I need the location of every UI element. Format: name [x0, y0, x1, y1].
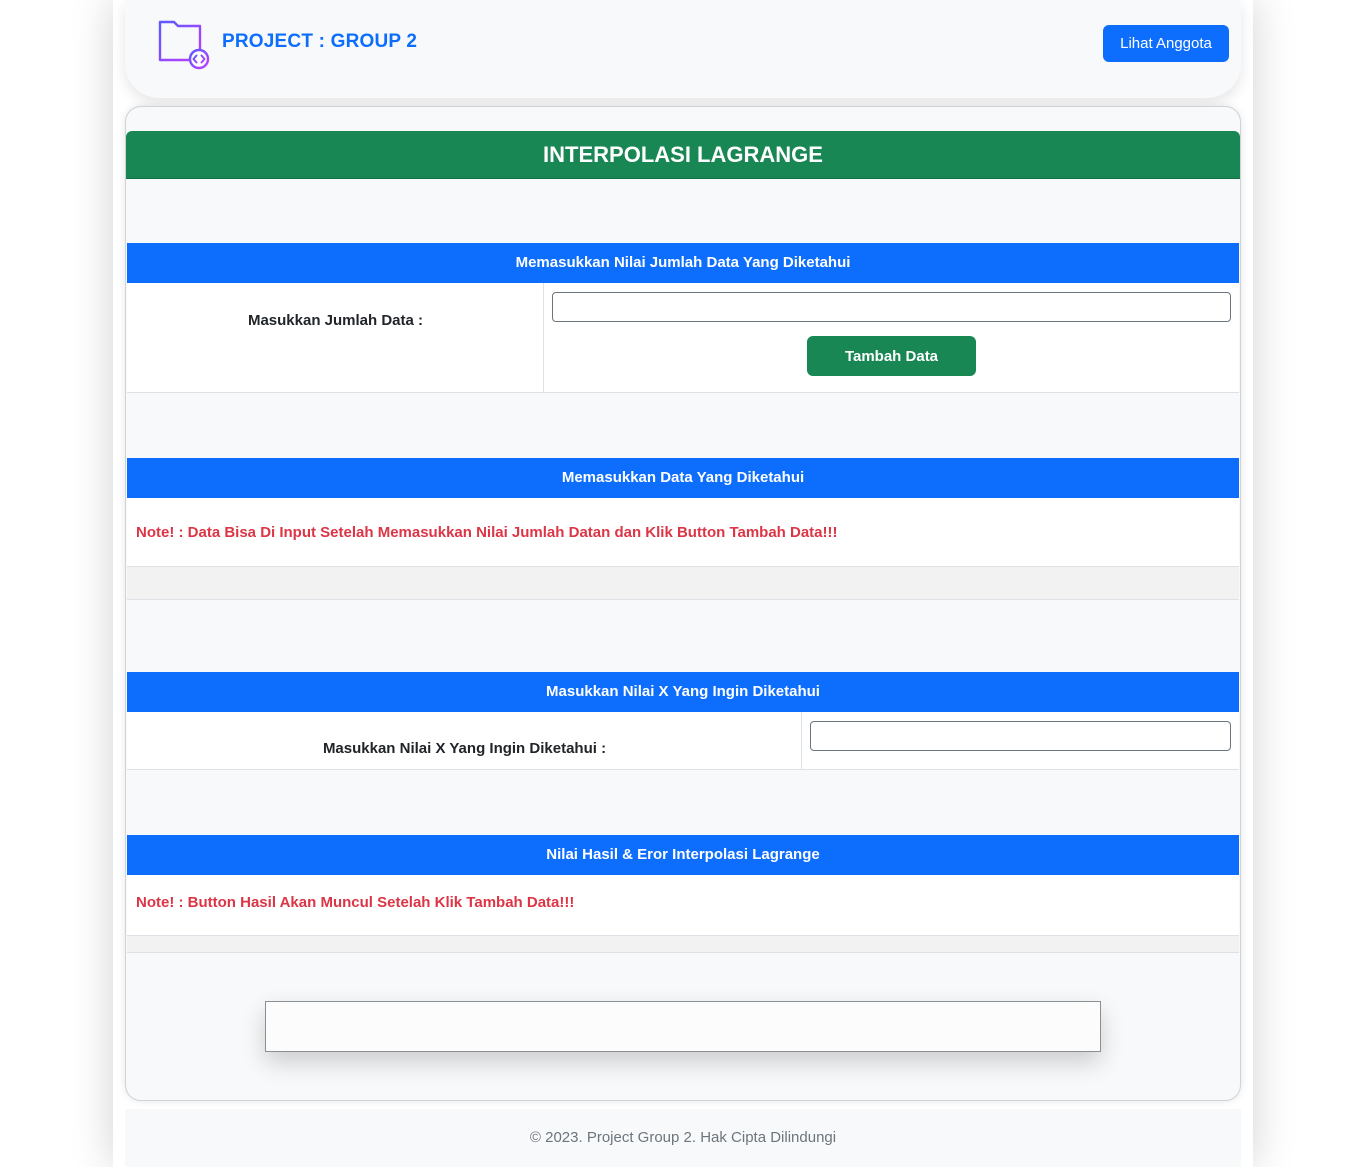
footer: © 2023. Project Group 2. Hak Cipta Dilin…	[125, 1109, 1241, 1167]
result-output-box	[265, 1001, 1101, 1052]
section-count-heading: Memasukkan Nilai Jumlah Data Yang Diketa…	[127, 243, 1239, 283]
cell-divider	[801, 712, 802, 769]
data-count-label: Masukkan Jumlah Data :	[247, 312, 424, 329]
x-value-input[interactable]	[810, 721, 1231, 751]
code-folder-icon	[158, 20, 210, 70]
add-data-button[interactable]: Tambah Data	[807, 336, 976, 376]
section-data-heading: Memasukkan Data Yang Diketahui	[127, 458, 1239, 498]
data-note: Note! : Data Bisa Di Input Setelah Memas…	[136, 524, 838, 541]
x-value-label: Masukkan Nilai X Yang Ingin Diketahui :	[322, 740, 607, 757]
result-note: Note! : Button Hasil Akan Muncul Setelah…	[136, 894, 575, 911]
brand-title[interactable]: PROJECT : GROUP 2	[222, 31, 417, 53]
section-result-row: Note! : Button Hasil Akan Muncul Setelah…	[127, 875, 1239, 936]
page: PROJECT : GROUP 2 Lihat Anggota INTERPOL…	[113, 0, 1253, 1167]
result-table-empty	[127, 936, 1239, 953]
card-title: INTERPOLASI LAGRANGE	[126, 131, 1240, 179]
section-data-row: Note! : Data Bisa Di Input Setelah Memas…	[127, 498, 1239, 567]
data-table-empty	[127, 567, 1239, 600]
section-x-heading: Masukkan Nilai X Yang Ingin Diketahui	[127, 672, 1239, 712]
navbar: PROJECT : GROUP 2 Lihat Anggota	[125, 0, 1241, 98]
section-x-row: Masukkan Nilai X Yang Ingin Diketahui :	[127, 712, 1239, 770]
section-count-row: Masukkan Jumlah Data : Tambah Data	[127, 283, 1239, 393]
data-count-input[interactable]	[552, 292, 1231, 322]
lagrange-card: INTERPOLASI LAGRANGE Memasukkan Nilai Ju…	[125, 106, 1241, 1101]
cell-divider	[543, 283, 544, 392]
section-result-heading: Nilai Hasil & Eror Interpolasi Lagrange	[127, 835, 1239, 875]
view-members-button[interactable]: Lihat Anggota	[1103, 25, 1229, 62]
